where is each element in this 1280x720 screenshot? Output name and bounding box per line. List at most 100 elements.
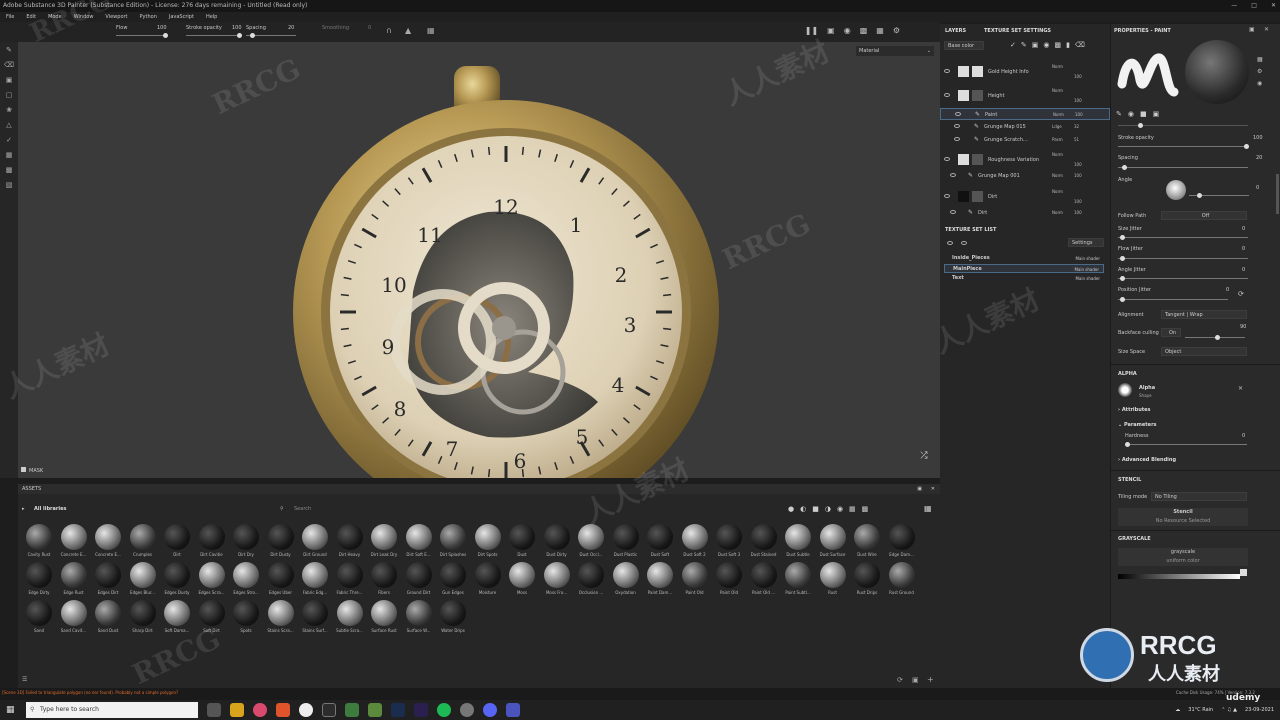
size-slider[interactable]: [1118, 123, 1248, 128]
eye-icon[interactable]: [944, 194, 950, 198]
properties-tab-icons[interactable]: ✎◉■▣: [1116, 110, 1165, 118]
asset-tile[interactable]: Dust Soft: [643, 524, 677, 562]
asset-tile[interactable]: Moss: [505, 562, 539, 600]
undock-icon[interactable]: ▣: [1249, 26, 1255, 33]
layer-opacity[interactable]: 100: [1075, 112, 1083, 117]
task-view-icon[interactable]: [207, 703, 221, 717]
asset-tile[interactable]: Dust Dirty: [540, 524, 574, 562]
asset-tile[interactable]: Cavity Rust: [22, 524, 56, 562]
asset-tile[interactable]: Edges Stro...: [229, 562, 263, 600]
teams-icon[interactable]: [506, 703, 520, 717]
filter-list-icon[interactable]: ☰: [22, 676, 27, 683]
layer-opacity[interactable]: 100: [1074, 173, 1082, 178]
bake-icon[interactable]: ▩: [4, 166, 14, 174]
texture-set-row[interactable]: MainPiece Main shader: [944, 264, 1104, 273]
asset-tile[interactable]: Dust Soft 3: [712, 524, 746, 562]
eye-icon[interactable]: [944, 93, 950, 97]
follow-path-toggle[interactable]: Off: [1161, 211, 1247, 220]
asset-tile[interactable]: Surface Rust: [367, 600, 401, 638]
close-icon[interactable]: ✕: [1271, 0, 1276, 12]
position-jitter-value[interactable]: 0: [1226, 287, 1229, 293]
smoothing-value[interactable]: 0: [368, 25, 371, 31]
tab-texture-set-settings[interactable]: TEXTURE SET SETTINGS: [984, 25, 1051, 37]
asset-tile[interactable]: Gun Edges: [436, 562, 470, 600]
asset-tile[interactable]: Dust Subtle: [781, 524, 815, 562]
paint-brush-icon[interactable]: ✎: [4, 46, 14, 54]
asset-tile[interactable]: Edges Uber: [264, 562, 298, 600]
preview-side-icons[interactable]: ▦ ⚙ ◉: [1257, 54, 1263, 90]
taskbar-search[interactable]: ⚲ Type here to search: [26, 702, 198, 718]
asset-tile[interactable]: Dirt Heavy: [333, 524, 367, 562]
layout-icon[interactable]: ▦: [876, 26, 884, 35]
asset-tile[interactable]: Dust Occl...: [574, 524, 608, 562]
search-input[interactable]: Search: [294, 502, 311, 516]
asset-filter-icons[interactable]: ●◐■◑◉▦▩: [788, 502, 874, 516]
asset-tile[interactable]: Crumples: [126, 524, 160, 562]
asset-tile[interactable]: Moisture: [471, 562, 505, 600]
asset-tile[interactable]: Spots: [229, 600, 263, 638]
asset-tile[interactable]: Ground Dirt: [402, 562, 436, 600]
windows-start-icon[interactable]: ▦: [6, 705, 15, 715]
asset-tile[interactable]: Dirt: [160, 524, 194, 562]
asset-tile[interactable]: Dirt Ground: [298, 524, 332, 562]
tsl-settings-button[interactable]: Settings: [1068, 238, 1104, 247]
weather-text[interactable]: 31°C Rain: [1188, 707, 1213, 713]
spacing-value[interactable]: 20: [1256, 155, 1262, 161]
asset-tile[interactable]: Dust Surface: [816, 524, 850, 562]
grayscale-slot[interactable]: grayscale uniform color: [1118, 548, 1248, 566]
asset-tile[interactable]: Dirt Leak Dry: [367, 524, 401, 562]
texture-set-shader[interactable]: Main shader: [1075, 274, 1100, 283]
asset-tile[interactable]: Sand Cavit...: [57, 600, 91, 638]
texture-set-shader[interactable]: Main shader: [1074, 265, 1099, 274]
layer-row[interactable]: Roughness Variation Norm 100: [940, 150, 1110, 170]
position-jitter-slider[interactable]: [1118, 297, 1228, 302]
grayscale-gradient[interactable]: [1118, 574, 1240, 579]
parameters-section[interactable]: ⌄ Parameters: [1118, 422, 1157, 428]
close-icon[interactable]: ✕: [931, 484, 935, 494]
close-icon[interactable]: ✕: [1238, 385, 1243, 392]
premiere-icon[interactable]: [414, 703, 428, 717]
alignment-select[interactable]: Tangent | Wrap: [1161, 310, 1247, 319]
hardness-value[interactable]: 0: [1242, 433, 1245, 439]
angle-value[interactable]: 0: [1256, 185, 1259, 191]
material-preview-sphere[interactable]: [1185, 40, 1249, 104]
asset-tile[interactable]: Dirt Dry: [229, 524, 263, 562]
text-icon[interactable]: ▦: [4, 151, 14, 159]
expand-icon[interactable]: ▸: [22, 502, 25, 516]
layer-row[interactable]: ✎ Grunge Map 015 Ldge 32: [940, 121, 1110, 133]
layer-blend-mode[interactable]: Norm: [1052, 64, 1063, 69]
chrome-icon[interactable]: [253, 703, 267, 717]
eye-icon[interactable]: [953, 137, 960, 141]
flow-jitter-slider[interactable]: [1118, 256, 1248, 261]
asset-tile[interactable]: Dust Plastic: [609, 524, 643, 562]
asset-tile[interactable]: Subtle Scra...: [333, 600, 367, 638]
layer-row[interactable]: Height Norm 100: [940, 86, 1110, 106]
eye-icon[interactable]: [953, 124, 960, 128]
asset-tile[interactable]: Occlusion ...: [574, 562, 608, 600]
layer-row[interactable]: ✎ Dirt Norm 100: [940, 207, 1110, 219]
advanced-blending-section[interactable]: › Advanced Blending: [1118, 457, 1176, 463]
app-icon[interactable]: [276, 703, 290, 717]
menu-python[interactable]: Python: [140, 12, 157, 22]
asset-tile[interactable]: Dust Stained: [747, 524, 781, 562]
tiling-mode-select[interactable]: No Tiling: [1151, 492, 1247, 501]
clone-icon[interactable]: △: [4, 121, 14, 129]
layer-blend-mode[interactable]: Ldge: [1052, 124, 1062, 129]
asset-tile[interactable]: Edges Dirt: [91, 562, 125, 600]
layer-opacity[interactable]: 100: [1074, 162, 1082, 167]
stroke-opacity-slider[interactable]: [186, 33, 242, 38]
asset-tile[interactable]: Stains Scra...: [264, 600, 298, 638]
obs-icon[interactable]: [460, 703, 474, 717]
asset-tile[interactable]: Dirt Cavitie: [195, 524, 229, 562]
layer-row[interactable]: Dirt Norm 100: [940, 187, 1110, 207]
size-jitter-value[interactable]: 0: [1242, 226, 1245, 232]
texture-set-shader[interactable]: Main shader: [1075, 254, 1100, 263]
visibility-icon[interactable]: [961, 241, 967, 245]
channel-select[interactable]: Base color: [944, 41, 984, 50]
import-icon[interactable]: ▣: [912, 676, 919, 684]
screenshot-icon[interactable]: ▩: [860, 26, 868, 35]
eye-icon[interactable]: [950, 210, 956, 214]
photoshop-icon[interactable]: [391, 703, 405, 717]
stroke-opacity-value[interactable]: 100: [1253, 135, 1263, 141]
size-jitter-slider[interactable]: [1118, 235, 1248, 240]
